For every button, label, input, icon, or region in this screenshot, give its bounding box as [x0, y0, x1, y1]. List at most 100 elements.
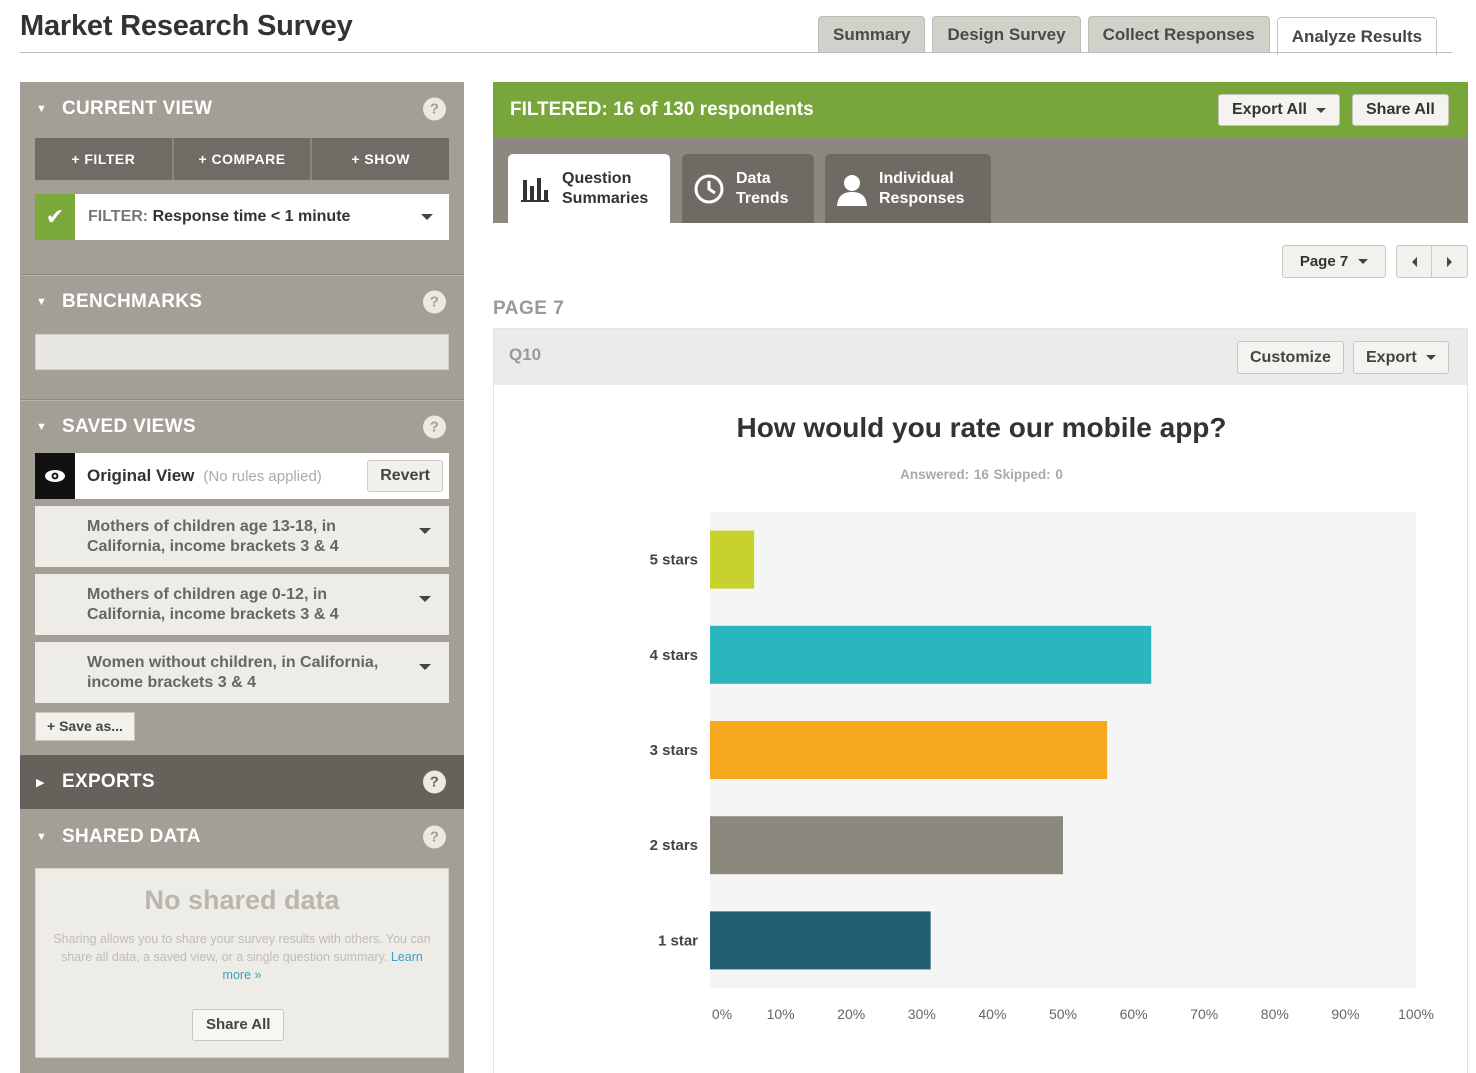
tab-label-line-1: Data: [736, 169, 771, 187]
tab-label-line-2: Responses: [879, 189, 965, 207]
page-heading: PAGE 7: [493, 298, 565, 319]
customize-button[interactable]: Customize: [1237, 341, 1344, 374]
saved-views-heading: SAVED VIEWS: [62, 416, 196, 437]
tab-collect-responses[interactable]: Collect Responses: [1087, 16, 1270, 53]
chevron-left-icon: [1411, 256, 1417, 267]
bar-chart-icon: [508, 176, 562, 202]
sidebar: ▼ CURRENT VIEW ? + FILTER + COMPARE + SH…: [20, 82, 464, 1073]
expand-triangle-icon: ▶: [36, 776, 45, 789]
collapse-triangle-icon: ▼: [36, 831, 48, 843]
prev-page-button[interactable]: [1396, 245, 1432, 278]
tab-label-line-1: Question: [562, 169, 632, 187]
add-compare-button[interactable]: + COMPARE: [173, 138, 313, 180]
export-all-label: Export All: [1232, 101, 1307, 118]
share-all-button[interactable]: Share All: [192, 1009, 285, 1041]
help-icon[interactable]: ?: [423, 770, 446, 794]
chevron-down-icon: [1425, 355, 1436, 360]
shared-empty-description: Sharing allows you to share your survey …: [50, 930, 434, 984]
question-number: Q10: [509, 345, 542, 364]
tab-label-line-2: Summaries: [562, 189, 649, 207]
shared-desc-text: Sharing allows you to share your survey …: [53, 932, 431, 964]
filter-text: FILTER: Response time < 1 minute: [75, 208, 350, 226]
question-header: Q10 Customize Export: [494, 329, 1467, 385]
saved-views-header[interactable]: ▼ SAVED VIEWS ?: [20, 401, 464, 453]
add-filter-button[interactable]: + FILTER: [35, 138, 174, 180]
current-view-heading: CURRENT VIEW: [62, 98, 213, 119]
saved-view-label: Mothers of children age 13-18, in Califo…: [87, 518, 339, 555]
page-title: Market Research Survey: [20, 10, 353, 42]
tab-data-trends[interactable]: Data Trends: [682, 154, 814, 223]
next-page-button[interactable]: [1431, 245, 1468, 278]
chevron-down-icon[interactable]: [421, 214, 433, 220]
export-label: Export: [1366, 348, 1417, 366]
share-all-button[interactable]: Share All: [1352, 94, 1449, 126]
share-all-label: Share All: [1366, 101, 1435, 118]
tab-label: Individual Responses: [879, 169, 964, 209]
page-selector-label: Page 7: [1299, 253, 1349, 270]
help-icon[interactable]: ?: [423, 290, 446, 314]
chevron-down-icon[interactable]: [419, 596, 431, 602]
tab-individual-responses[interactable]: Individual Responses: [825, 154, 991, 223]
revert-button[interactable]: Revert: [367, 460, 443, 492]
add-show-button[interactable]: + SHOW: [312, 138, 450, 180]
page-selector[interactable]: Page 7: [1282, 245, 1386, 278]
tab-label: Question Summaries: [562, 169, 648, 209]
shared-empty-title: No shared data: [144, 885, 340, 915]
user-icon: [825, 172, 879, 206]
collapse-triangle-icon: ▼: [36, 296, 48, 308]
question-stats: Answered: 16 Skipped: 0: [900, 467, 1063, 482]
chevron-down-icon[interactable]: [419, 528, 431, 534]
header-divider: [20, 52, 1452, 53]
saved-view-label: Mothers of children age 0-12, in Califor…: [87, 586, 339, 623]
chevron-down-icon: [1315, 107, 1326, 113]
benchmarks-heading: BENCHMARKS: [62, 291, 203, 312]
export-button[interactable]: Export: [1353, 341, 1449, 374]
tab-design-survey[interactable]: Design Survey: [932, 16, 1081, 53]
chevron-right-icon: [1447, 256, 1452, 267]
chevron-down-icon[interactable]: [419, 664, 431, 670]
shared-data-panel: No shared data Sharing allows you to sha…: [35, 868, 449, 1058]
help-icon[interactable]: ?: [423, 97, 446, 121]
question-title: How would you rate our mobile app?: [736, 412, 1227, 443]
checkmark-icon[interactable]: ✔: [35, 194, 75, 240]
tab-analyze-results[interactable]: Analyze Results: [1276, 17, 1438, 55]
exports-heading: EXPORTS: [62, 771, 155, 792]
tab-summary[interactable]: Summary: [818, 16, 926, 53]
saved-view-label: Women without children, in California, i…: [87, 654, 379, 691]
current-view-actions: + FILTER + COMPARE + SHOW: [35, 138, 450, 180]
shared-data-header[interactable]: ▼ SHARED DATA ?: [20, 809, 464, 865]
original-view-row[interactable]: Original View (No rules applied) Revert: [35, 453, 449, 499]
chevron-down-icon: [1358, 259, 1369, 264]
exports-header[interactable]: ▶ EXPORTS ?: [20, 755, 464, 809]
tab-label: Data Trends: [736, 169, 788, 209]
eye-icon: [35, 453, 75, 499]
shared-data-heading: SHARED DATA: [62, 826, 201, 847]
saved-view-item[interactable]: Women without children, in California, i…: [35, 642, 449, 703]
export-all-button[interactable]: Export All: [1218, 94, 1340, 126]
help-icon[interactable]: ?: [423, 415, 446, 439]
filter-value: Response time < 1 minute: [152, 208, 351, 225]
current-view-header[interactable]: ▼ CURRENT VIEW ?: [20, 82, 464, 136]
benchmarks-header[interactable]: ▼ BENCHMARKS ?: [20, 276, 464, 328]
filtered-status: FILTERED: 16 of 130 respondents: [510, 99, 814, 120]
original-view-note: (No rules applied): [203, 467, 322, 485]
benchmarks-panel: [35, 334, 449, 370]
main-tabs: Summary Design Survey Collect Responses …: [818, 16, 1438, 55]
collapse-triangle-icon: ▼: [36, 103, 48, 115]
question-panel: Q10 Customize Export How would you rate …: [493, 328, 1468, 1073]
filter-status-bar: FILTERED: 16 of 130 respondents Export A…: [493, 82, 1468, 138]
collapse-triangle-icon: ▼: [36, 421, 48, 433]
save-as-button[interactable]: + Save as...: [35, 712, 135, 741]
help-icon[interactable]: ?: [423, 825, 446, 849]
filter-label: FILTER:: [88, 208, 149, 225]
saved-view-item[interactable]: Mothers of children age 0-12, in Califor…: [35, 574, 449, 635]
saved-view-item[interactable]: Mothers of children age 13-18, in Califo…: [35, 506, 449, 567]
original-view-label: Original View: [87, 466, 195, 485]
tab-question-summaries[interactable]: Question Summaries: [508, 154, 670, 223]
clock-icon: [682, 173, 736, 205]
active-filter[interactable]: ✔ FILTER: Response time < 1 minute: [35, 194, 449, 240]
app-header: Market Research Survey Summary Design Su…: [0, 0, 1476, 56]
